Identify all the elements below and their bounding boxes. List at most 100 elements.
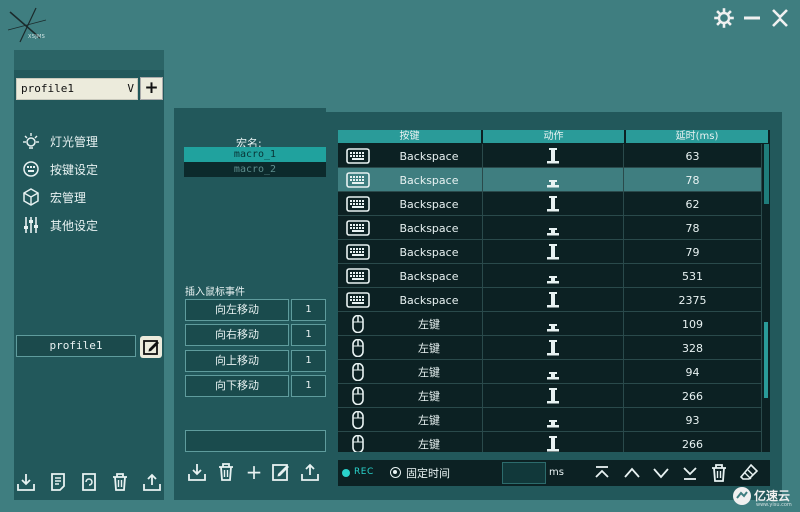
table-row[interactable]: Backspace 79 <box>338 240 762 264</box>
edit-icon[interactable] <box>271 462 291 482</box>
trash-icon[interactable] <box>110 472 130 492</box>
table-row[interactable]: 左键 328 <box>338 336 762 360</box>
keyboard-icon <box>346 148 370 164</box>
delay-cell[interactable]: 93 <box>624 408 762 432</box>
light-icon <box>23 133 39 149</box>
move-down-icon[interactable] <box>651 463 671 483</box>
profile-select[interactable]: profile1 V <box>16 78 138 100</box>
minimize-icon[interactable] <box>742 8 762 28</box>
key-cell: 左键 <box>338 432 483 452</box>
nav-item-macro[interactable]: 宏管理 <box>20 186 160 208</box>
nav-item-keys[interactable]: 按键设定 <box>20 158 160 180</box>
table-row[interactable]: 左键 266 <box>338 432 762 452</box>
gear-icon[interactable] <box>714 8 734 28</box>
move-down-value[interactable]: 1 <box>291 375 326 397</box>
plus-icon[interactable]: + <box>244 462 264 482</box>
scrollbar-thumb[interactable] <box>764 322 768 398</box>
file-icon[interactable] <box>48 472 68 492</box>
move-left-button[interactable]: 向左移动 <box>185 299 289 321</box>
macro-list-item[interactable]: macro_1 <box>184 147 326 162</box>
delay-cell[interactable]: 79 <box>624 240 762 264</box>
fixed-time-radio[interactable] <box>390 467 401 478</box>
nav-item-lighting[interactable]: 灯光管理 <box>20 130 160 152</box>
nav-item-other[interactable]: 其他设定 <box>20 214 160 236</box>
table-row[interactable]: Backspace 2375 <box>338 288 762 312</box>
macro-panel: 宏名: macro_1 macro_2 插入鼠标事件 向左移动 1 向右移动 1… <box>174 108 782 500</box>
key-cell: Backspace <box>338 240 483 264</box>
close-icon[interactable] <box>770 8 790 28</box>
clear-icon[interactable] <box>739 463 759 483</box>
delay-cell[interactable]: 328 <box>624 336 762 360</box>
delay-cell[interactable]: 266 <box>624 384 762 408</box>
import-icon[interactable] <box>16 472 36 492</box>
table-row[interactable]: 左键 109 <box>338 312 762 336</box>
key-name: 左键 <box>418 342 440 355</box>
move-right-value[interactable]: 1 <box>291 324 326 346</box>
delay-cell[interactable]: 78 <box>624 168 762 192</box>
key-name: Backspace <box>399 221 459 235</box>
column-header-key: 按键 <box>338 130 483 143</box>
nav-label: 宏管理 <box>50 190 87 205</box>
table-row[interactable]: Backspace 78 <box>338 168 762 192</box>
scrollbar[interactable] <box>763 144 770 452</box>
insert-mouse-event-label: 插入鼠标事件 <box>185 287 245 298</box>
action-cell <box>483 216 624 240</box>
delay-cell[interactable]: 63 <box>624 144 762 168</box>
table-row[interactable]: 左键 94 <box>338 360 762 384</box>
table-header: 按键 动作 延时(ms) <box>338 130 770 144</box>
macro-list-item[interactable]: macro_2 <box>184 162 326 177</box>
trash-icon[interactable] <box>216 462 236 482</box>
edit-icon[interactable] <box>140 336 162 358</box>
key-cell: Backspace <box>338 264 483 288</box>
panel-tab <box>174 108 326 112</box>
mouse-icon <box>352 411 364 429</box>
table-row[interactable]: Backspace 531 <box>338 264 762 288</box>
move-up-button[interactable]: 向上移动 <box>185 350 289 372</box>
macro-name-input[interactable] <box>185 430 326 452</box>
table-row[interactable]: Backspace 78 <box>338 216 762 240</box>
record-icon[interactable] <box>342 469 350 477</box>
reset-icon[interactable] <box>79 472 99 492</box>
move-top-icon[interactable] <box>592 463 612 483</box>
key-press-icon <box>547 340 559 356</box>
keyboard-icon <box>346 292 370 308</box>
delay-cell[interactable]: 2375 <box>624 288 762 312</box>
move-left-value[interactable]: 1 <box>291 299 326 321</box>
record-label[interactable]: REC <box>354 467 374 477</box>
table-row[interactable]: 左键 266 <box>338 384 762 408</box>
trash-icon[interactable] <box>709 463 729 483</box>
key-icon <box>23 161 39 177</box>
nav-label: 其他设定 <box>50 218 99 233</box>
mouse-icon <box>352 387 364 405</box>
table-row[interactable]: Backspace 63 <box>338 144 762 168</box>
move-bottom-icon[interactable] <box>680 463 700 483</box>
mouse-icon <box>352 363 364 381</box>
profile-name-field[interactable]: profile1 <box>16 335 136 357</box>
sidebar: profile1 V + 灯光管理 按键设定 宏管理 其他设定 profile1 <box>14 50 164 500</box>
move-down-button[interactable]: 向下移动 <box>185 375 289 397</box>
key-name: Backspace <box>399 293 459 307</box>
import-icon[interactable] <box>187 462 207 482</box>
table-row[interactable]: 左键 93 <box>338 408 762 432</box>
delay-cell[interactable]: 94 <box>624 360 762 384</box>
delay-cell[interactable]: 109 <box>624 312 762 336</box>
delay-cell[interactable]: 266 <box>624 432 762 452</box>
key-name: 左键 <box>418 390 440 403</box>
move-right-button[interactable]: 向右移动 <box>185 324 289 346</box>
fixed-time-input[interactable] <box>502 462 546 484</box>
profile-select-value: profile1 <box>21 82 74 95</box>
table-row[interactable]: Backspace 62 <box>338 192 762 216</box>
key-cell: 左键 <box>338 384 483 408</box>
export-icon[interactable] <box>300 462 320 482</box>
action-cell <box>483 408 624 432</box>
export-icon[interactable] <box>142 472 162 492</box>
move-up-value[interactable]: 1 <box>291 350 326 372</box>
delay-cell[interactable]: 78 <box>624 216 762 240</box>
table-toolbar: REC 固定时间 ms <box>338 460 770 486</box>
add-profile-button[interactable]: + <box>140 77 163 100</box>
key-release-icon <box>547 324 559 332</box>
keyboard-icon <box>346 172 370 188</box>
delay-cell[interactable]: 62 <box>624 192 762 216</box>
move-up-icon[interactable] <box>622 463 642 483</box>
delay-cell[interactable]: 531 <box>624 264 762 288</box>
